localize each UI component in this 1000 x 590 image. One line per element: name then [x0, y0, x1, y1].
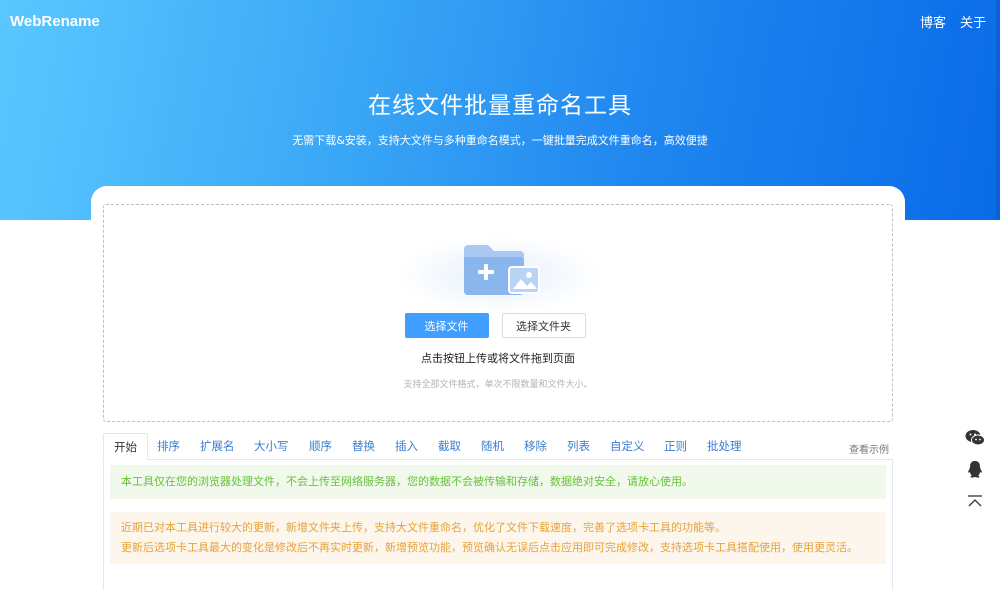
tab-remove[interactable]: 移除	[524, 433, 547, 460]
update-notice-line-1: 近期已对本工具进行较大的更新，新增文件夹上传，支持大文件重命名，优化了文件下载速…	[121, 521, 726, 534]
qq-icon[interactable]	[964, 458, 986, 480]
tab-sort[interactable]: 排序	[157, 433, 180, 460]
tab-case[interactable]: 大小写	[254, 433, 289, 460]
wechat-icon[interactable]	[964, 427, 986, 449]
tab-insert[interactable]: 插入	[395, 433, 418, 460]
upload-hint: 支持全部文件格式，单次不限数量和文件大小。	[403, 380, 593, 390]
page-scrollbar[interactable]	[996, 0, 1000, 220]
tool-tabs: 开始 排序 扩展名 大小写 顺序 替换 插入 截取 随机 移除 列表 自定义 正…	[103, 433, 893, 460]
page-title: 在线文件批量重命名工具	[368, 93, 632, 119]
nav-link-blog[interactable]: 博客	[920, 12, 946, 31]
page-subtitle: 无需下载&安装，支持大文件与多种重命名模式，一键批量完成文件重命名，高效便捷	[292, 134, 708, 147]
tab-panel-start: 本工具仅在您的浏览器处理文件，不会上传至网络服务器，您的数据不会被传输和存储，数…	[103, 460, 893, 590]
upload-buttons: 选择文件 选择文件夹	[104, 313, 892, 338]
update-notice-line-2: 更新后选项卡工具最大的变化是修改后不再实时更新，新增预览功能，预览确认无误后点击…	[121, 541, 858, 554]
upload-dropzone[interactable]: 选择文件 选择文件夹 点击按钮上传或将文件拖到页面 支持全部文件格式，单次不限数…	[103, 204, 893, 422]
update-notice: 近期已对本工具进行较大的更新，新增文件夹上传，支持大文件重命名，优化了文件下载速…	[110, 512, 886, 564]
privacy-notice: 本工具仅在您的浏览器处理文件，不会上传至网络服务器，您的数据不会被传输和存储，数…	[110, 465, 886, 499]
tab-truncate[interactable]: 截取	[438, 433, 461, 460]
tab-custom[interactable]: 自定义	[610, 433, 645, 460]
folder-add-icon	[464, 245, 540, 295]
main-card: 选择文件 选择文件夹 点击按钮上传或将文件拖到页面 支持全部文件格式，单次不限数…	[91, 186, 905, 590]
back-to-top-icon[interactable]	[964, 490, 986, 512]
tab-start[interactable]: 开始	[103, 433, 148, 460]
tab-list[interactable]: 列表	[567, 433, 590, 460]
nav-link-about[interactable]: 关于	[960, 12, 986, 31]
upload-instruction: 点击按钮上传或将文件拖到页面	[421, 352, 575, 365]
top-nav: 博客 关于	[920, 12, 986, 31]
tab-random[interactable]: 随机	[481, 433, 504, 460]
tab-order[interactable]: 顺序	[309, 433, 332, 460]
tab-regex[interactable]: 正则	[664, 433, 687, 460]
select-folder-button[interactable]: 选择文件夹	[501, 313, 586, 338]
brand-logo[interactable]: WebRename	[10, 13, 100, 30]
tab-extension[interactable]: 扩展名	[200, 433, 235, 460]
select-files-button[interactable]: 选择文件	[404, 313, 489, 338]
tab-replace[interactable]: 替换	[352, 433, 375, 460]
tab-batch[interactable]: 批处理	[707, 433, 742, 460]
view-example-link[interactable]: 查看示例	[849, 441, 889, 456]
